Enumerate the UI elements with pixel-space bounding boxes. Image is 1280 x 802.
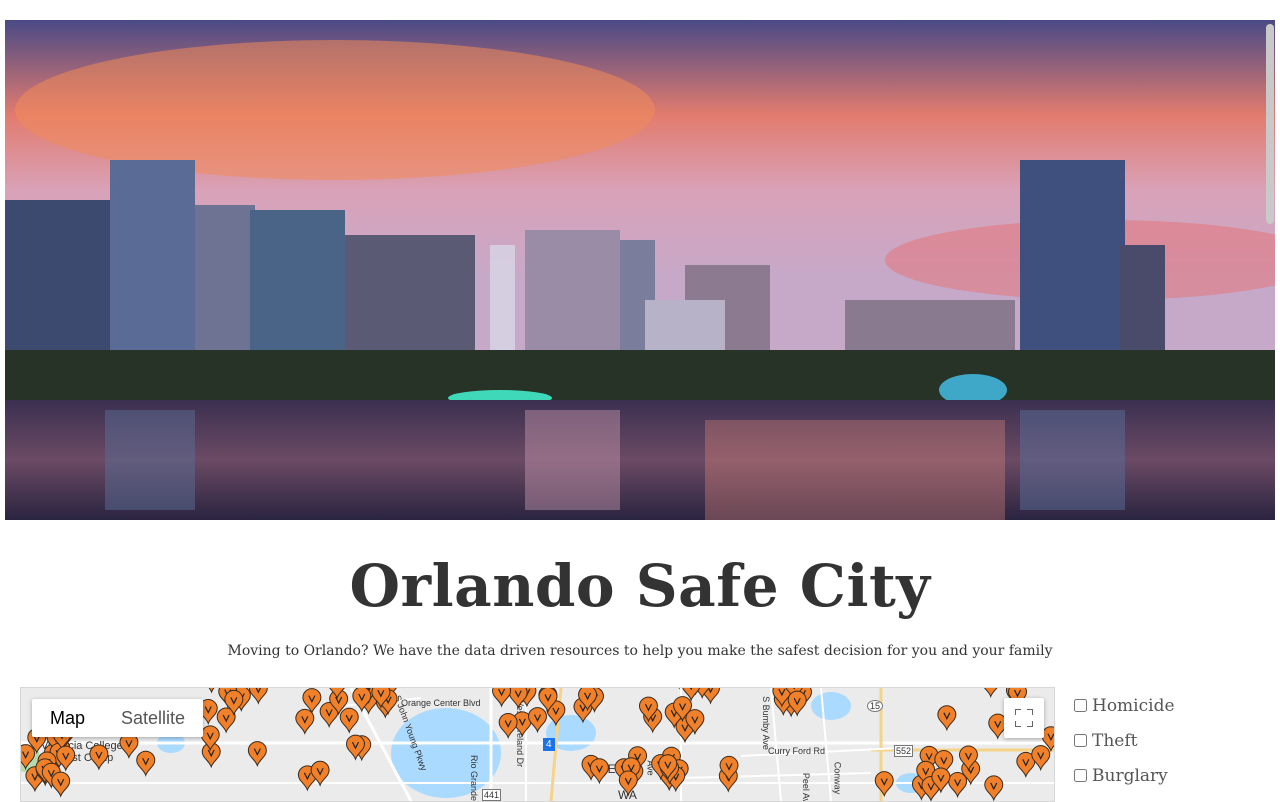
- filter-burglary[interactable]: Burglary: [1072, 758, 1272, 793]
- crime-marker[interactable]: [90, 745, 108, 769]
- crime-marker[interactable]: [52, 772, 70, 796]
- crime-marker[interactable]: [1032, 746, 1050, 770]
- crime-marker[interactable]: [249, 688, 267, 703]
- fullscreen-icon: [1015, 709, 1033, 727]
- crime-marker[interactable]: [949, 772, 967, 796]
- crime-marker[interactable]: [509, 688, 527, 708]
- skyline-illustration: [5, 20, 1275, 520]
- satellite-tab[interactable]: Satellite: [103, 699, 203, 737]
- crime-marker[interactable]: [982, 688, 1000, 697]
- crime-marker[interactable]: [985, 776, 1003, 800]
- crime-map[interactable]: Valencia College West Camp Orange Center…: [20, 687, 1055, 802]
- crime-marker[interactable]: [938, 706, 956, 730]
- homicide-checkbox[interactable]: [1074, 699, 1087, 712]
- filter-theft-label: Theft: [1092, 731, 1137, 751]
- fullscreen-button[interactable]: [1004, 698, 1044, 738]
- crime-marker[interactable]: [21, 745, 35, 769]
- crime-marker[interactable]: [590, 759, 608, 783]
- hero-image: [5, 20, 1275, 520]
- crime-marker[interactable]: [340, 708, 358, 732]
- crime-filters: Homicide Theft Burglary: [1072, 688, 1272, 793]
- map-type-toggle: Map Satellite: [32, 699, 203, 737]
- crime-marker[interactable]: [248, 742, 266, 766]
- filter-theft[interactable]: Theft: [1072, 723, 1272, 758]
- page-scrollbar[interactable]: [1266, 24, 1274, 224]
- crime-marker[interactable]: [296, 709, 314, 733]
- page-title: Orlando Safe City: [0, 552, 1280, 620]
- crime-marker[interactable]: [203, 688, 221, 692]
- crime-marker[interactable]: [875, 772, 893, 796]
- map-tab[interactable]: Map: [32, 699, 103, 737]
- crime-marker[interactable]: [137, 751, 155, 775]
- theft-checkbox[interactable]: [1074, 734, 1087, 747]
- filter-burglary-label: Burglary: [1092, 766, 1168, 786]
- page-subtitle: Moving to Orlando? We have the data driv…: [0, 643, 1280, 659]
- crime-marker[interactable]: [493, 688, 511, 706]
- crime-marker[interactable]: [499, 714, 517, 738]
- crime-marker[interactable]: [619, 771, 637, 795]
- crime-marker[interactable]: [529, 708, 547, 732]
- filter-homicide[interactable]: Homicide: [1072, 688, 1272, 723]
- burglary-checkbox[interactable]: [1074, 769, 1087, 782]
- crime-marker[interactable]: [120, 733, 138, 757]
- filter-homicide-label: Homicide: [1092, 696, 1175, 716]
